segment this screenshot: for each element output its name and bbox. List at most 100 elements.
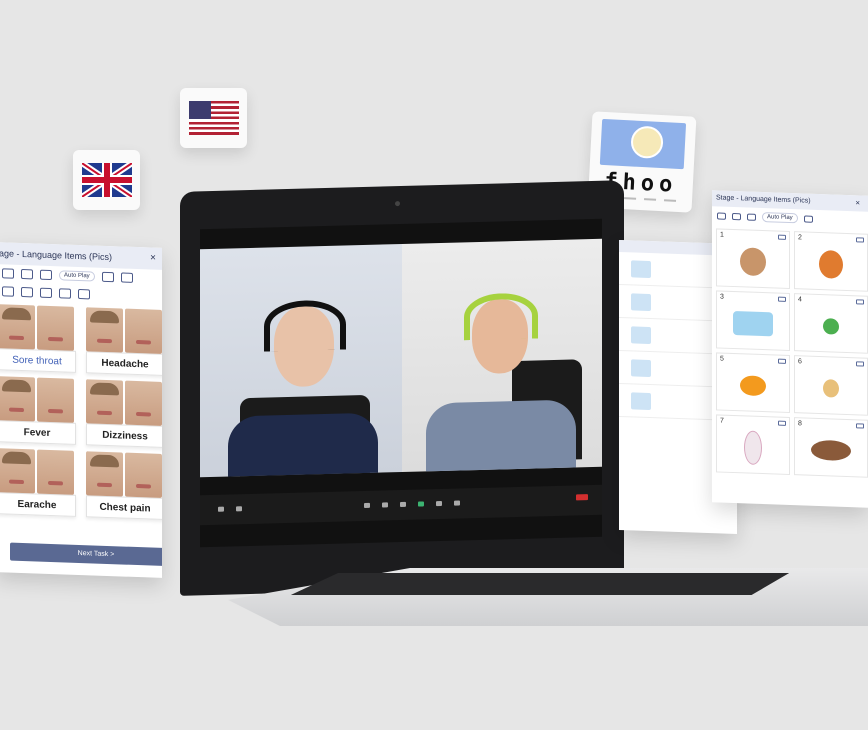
card-number: 5 bbox=[720, 355, 724, 363]
uk-flag-icon bbox=[81, 163, 132, 197]
face-closeup-image bbox=[37, 377, 74, 423]
screen-icon[interactable] bbox=[856, 299, 864, 305]
laptop-screen bbox=[180, 180, 624, 596]
animal-card[interactable]: 3 bbox=[716, 290, 790, 351]
card-number: 6 bbox=[798, 358, 802, 366]
settings-icon[interactable] bbox=[803, 214, 813, 223]
screen-icon[interactable] bbox=[856, 361, 864, 367]
animal-card[interactable]: 1 bbox=[716, 228, 790, 289]
item-thumbnail bbox=[631, 326, 651, 345]
record-button[interactable] bbox=[436, 500, 442, 507]
item-thumbnail bbox=[631, 392, 651, 411]
symptom-label: Sore throat bbox=[0, 348, 76, 373]
teacher-body bbox=[228, 412, 378, 478]
close-icon[interactable]: × bbox=[150, 247, 156, 269]
symptom-label: Fever bbox=[0, 420, 76, 445]
card-number: 7 bbox=[720, 417, 724, 425]
record-icon[interactable] bbox=[747, 212, 756, 221]
card-number: 3 bbox=[720, 293, 724, 301]
symptom-card[interactable]: Fever bbox=[0, 376, 76, 445]
animal-card[interactable]: 4 bbox=[794, 293, 868, 354]
face-closeup-image bbox=[125, 380, 162, 426]
security-button[interactable] bbox=[364, 502, 370, 509]
face-image bbox=[86, 307, 123, 353]
face-image bbox=[0, 448, 35, 494]
headphones-icon bbox=[264, 299, 346, 352]
screen-icon[interactable] bbox=[778, 234, 786, 240]
autoplay-button[interactable]: Auto Play bbox=[762, 212, 798, 224]
animal-card[interactable]: 8 bbox=[794, 417, 868, 478]
hamster-image bbox=[823, 378, 839, 398]
video-call-window bbox=[200, 218, 602, 548]
screen-icon[interactable] bbox=[120, 272, 133, 283]
symptom-grid: Sore throat Headache Fever Dizziness Ear… bbox=[0, 300, 162, 520]
animal-card[interactable]: 2 bbox=[794, 231, 868, 292]
panel-title-text: Stage - Language Items (Pics) bbox=[716, 194, 811, 205]
animal-card[interactable]: 5 bbox=[716, 352, 790, 413]
speaker-icon[interactable] bbox=[21, 268, 33, 280]
speaker-icon[interactable] bbox=[732, 212, 741, 220]
fish-image bbox=[733, 310, 773, 337]
card-number: 8 bbox=[798, 420, 802, 428]
animal-grid: 1 2 3 4 5 6 7 8 bbox=[712, 224, 868, 481]
uk-flag-card bbox=[73, 150, 140, 210]
symptom-label: Earache bbox=[0, 492, 76, 517]
symptom-card[interactable]: Sore throat bbox=[0, 304, 76, 373]
share-screen-button[interactable] bbox=[418, 501, 424, 507]
window-icon[interactable] bbox=[2, 286, 14, 297]
webcam-icon bbox=[395, 201, 400, 207]
cat-image bbox=[740, 247, 766, 276]
rabbit-image bbox=[744, 430, 762, 465]
screen-icon[interactable] bbox=[778, 420, 786, 426]
stop-video-button[interactable] bbox=[236, 506, 242, 512]
end-call-button[interactable] bbox=[576, 494, 588, 501]
face-closeup-image bbox=[37, 305, 74, 351]
chat-button[interactable] bbox=[400, 501, 406, 508]
next-task-button[interactable]: Next Task > bbox=[10, 542, 162, 567]
right-stage-panel: Stage - Language Items (Pics) × Auto Pla… bbox=[712, 190, 868, 508]
item-thumbnail bbox=[631, 359, 651, 378]
audio-icon[interactable] bbox=[21, 286, 33, 298]
screen-icon[interactable] bbox=[778, 358, 786, 364]
screen-icon[interactable] bbox=[778, 296, 786, 302]
symptom-label: Dizziness bbox=[86, 423, 162, 448]
reactions-button[interactable] bbox=[454, 500, 460, 506]
screen-icon[interactable] bbox=[856, 237, 864, 243]
mute-button[interactable] bbox=[218, 506, 224, 513]
card-number: 1 bbox=[720, 231, 724, 239]
symptom-card[interactable]: Earache bbox=[0, 448, 76, 517]
word-picture bbox=[599, 118, 687, 170]
face-closeup-image bbox=[37, 449, 74, 495]
screen-icon[interactable] bbox=[856, 423, 864, 429]
hint-icon[interactable] bbox=[59, 288, 71, 299]
animal-card[interactable]: 7 bbox=[716, 414, 790, 475]
flag-icon[interactable] bbox=[2, 268, 14, 279]
video-tile-teacher bbox=[200, 244, 402, 478]
record-icon[interactable] bbox=[40, 269, 52, 281]
symptom-card[interactable]: Headache bbox=[86, 307, 162, 376]
save-icon[interactable] bbox=[78, 288, 90, 300]
participants-button[interactable] bbox=[382, 502, 388, 508]
symptom-card[interactable]: Chest pain bbox=[86, 451, 162, 520]
symptom-card[interactable]: Dizziness bbox=[86, 379, 162, 448]
video-tile-student bbox=[402, 238, 602, 472]
image-icon[interactable] bbox=[40, 287, 52, 299]
card-number: 2 bbox=[798, 234, 802, 242]
close-icon[interactable]: × bbox=[855, 198, 860, 207]
flag-icon[interactable] bbox=[717, 211, 726, 220]
goldfish-image bbox=[740, 375, 766, 396]
student-body bbox=[426, 399, 576, 472]
card-number: 4 bbox=[798, 296, 802, 304]
us-flag-card bbox=[180, 88, 247, 148]
animal-card[interactable]: 6 bbox=[794, 355, 868, 416]
us-flag-icon bbox=[188, 101, 239, 135]
autoplay-button[interactable]: Auto Play bbox=[59, 270, 95, 282]
face-closeup-image bbox=[125, 452, 162, 498]
frog-image bbox=[823, 317, 839, 335]
left-stage-panel: age - Language Items (Pics) × Auto Play … bbox=[0, 242, 162, 578]
item-thumbnail bbox=[631, 260, 651, 279]
grid-icon[interactable] bbox=[101, 271, 114, 283]
symptom-label: Chest pain bbox=[86, 495, 162, 520]
face-closeup-image bbox=[125, 308, 162, 354]
headphones-icon bbox=[464, 292, 538, 341]
